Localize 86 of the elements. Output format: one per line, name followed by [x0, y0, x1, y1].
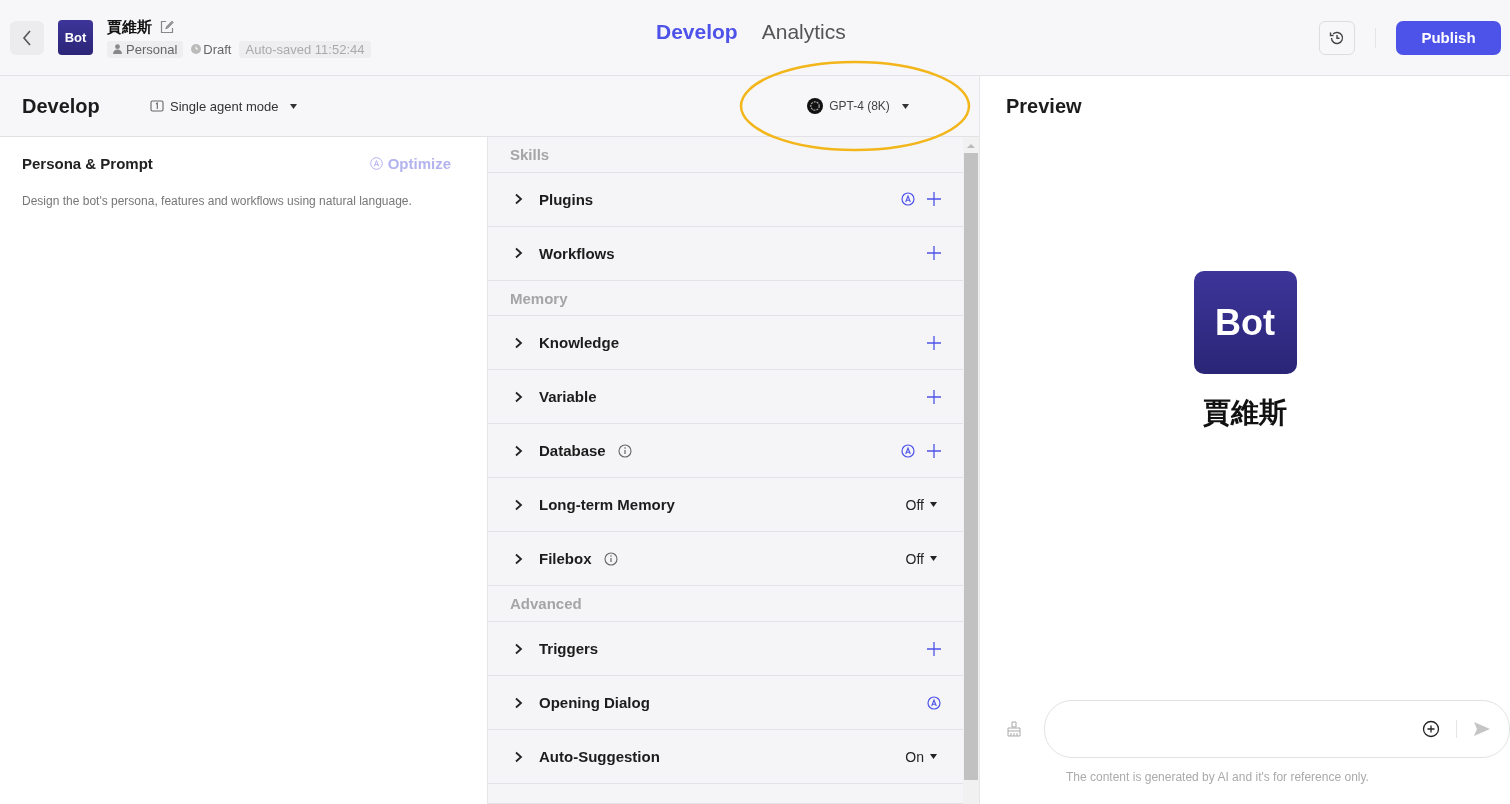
auto-icon[interactable]	[901, 192, 915, 207]
skill-row[interactable]: Plugins	[488, 172, 963, 227]
chevron-icon	[514, 444, 523, 457]
status-label: Draft	[191, 41, 232, 57]
nav-tab[interactable]: Develop	[650, 18, 744, 46]
add-icon[interactable]	[927, 389, 941, 404]
bot-avatar: Bot	[1193, 271, 1297, 374]
caret-icon	[290, 103, 298, 109]
back-icon	[22, 29, 32, 46]
prompt-editor[interactable]: Persona & Prompt Optimize Design the bot's persona, features and workflows using natural language.	[0, 137, 488, 804]
row-label: Database	[539, 442, 606, 460]
chevron-icon	[514, 642, 523, 655]
section-header: Memory	[488, 280, 963, 317]
chevron-icon	[514, 696, 523, 709]
row-label: Long-term Memory	[539, 496, 675, 514]
info-icon	[617, 443, 632, 458]
scrollbar[interactable]	[963, 137, 979, 804]
add-icon[interactable]	[927, 246, 941, 261]
chevron-icon	[514, 498, 523, 511]
auto-icon[interactable]	[927, 695, 941, 710]
back-button[interactable]	[10, 20, 44, 55]
broom-icon[interactable]	[1006, 721, 1022, 737]
caret-icon	[930, 556, 937, 562]
skill-row[interactable]: Workflows	[488, 226, 963, 281]
auto-icon	[369, 157, 383, 170]
skill-row[interactable]: Filebox Off	[488, 532, 963, 587]
scroll-up-icon[interactable]	[967, 143, 975, 149]
skill-row[interactable]: Long-term Memory Off	[488, 478, 963, 533]
person-icon	[113, 44, 122, 54]
panel-title: Develop	[22, 94, 101, 118]
info-icon	[603, 551, 618, 566]
row-label: Variable	[539, 388, 597, 406]
row-label: Auto-Suggestion	[539, 748, 660, 765]
row-label: Opening Dialog	[539, 694, 650, 711]
autosave-label: Auto-saved 11:52:44	[239, 40, 371, 58]
model-dropdown[interactable]: GPT-4 (8K)	[801, 97, 915, 115]
preview-title: Preview	[1006, 94, 1083, 119]
add-icon[interactable]	[927, 443, 941, 458]
row-label: Workflows	[539, 244, 615, 262]
history-icon	[1329, 29, 1345, 46]
bot-name: 賈維斯	[1203, 396, 1287, 430]
skill-row[interactable]: Knowledge	[488, 316, 963, 371]
auto-icon[interactable]	[901, 443, 915, 458]
model-logo-icon	[807, 98, 824, 114]
add-icon[interactable]	[927, 192, 941, 207]
nav-tab[interactable]: Analytics	[755, 18, 852, 46]
row-label: Plugins	[539, 190, 594, 208]
clock-icon	[191, 44, 202, 54]
chevron-icon	[514, 750, 523, 763]
row-label: Filebox	[539, 550, 592, 568]
chevron-icon	[514, 390, 523, 403]
toggle-dropdown[interactable]: Off	[905, 550, 937, 567]
section-title: Persona & Prompt	[22, 155, 153, 172]
publish-button[interactable]: Publish	[1396, 20, 1501, 55]
caret-icon	[930, 754, 937, 759]
skill-row[interactable]: Database	[488, 424, 963, 479]
caret-icon	[930, 502, 937, 508]
chevron-icon	[514, 247, 523, 260]
bot-name: 賈維斯	[107, 17, 152, 37]
history-button[interactable]	[1319, 20, 1355, 55]
skill-row[interactable]: Auto-Suggestion On	[488, 730, 963, 784]
skill-row[interactable]: Triggers	[488, 622, 963, 676]
skill-row[interactable]: Opening Dialog	[488, 676, 963, 730]
bot-avatar: Bot	[58, 20, 93, 55]
caret-icon	[901, 103, 909, 109]
section-header: Advanced	[488, 586, 963, 622]
chevron-icon	[514, 193, 523, 206]
disclaimer-text: The content is generated by AI and it's for reference only.	[1066, 770, 1370, 784]
chevron-icon	[514, 336, 523, 349]
row-label: Knowledge	[539, 334, 619, 352]
section-header: Skills	[488, 137, 963, 173]
chevron-icon	[514, 552, 523, 565]
toggle-dropdown[interactable]: Off	[905, 496, 937, 513]
edit-icon[interactable]	[160, 20, 174, 34]
add-circle-icon[interactable]	[1422, 720, 1440, 738]
prompt-field[interactable]: Design the bot's persona, features and workflows using natural language.	[22, 194, 465, 786]
row-label: Triggers	[539, 640, 599, 657]
mode-icon	[150, 99, 164, 113]
mode-dropdown[interactable]: Single agent mode	[144, 97, 304, 115]
chat-input[interactable]	[1044, 700, 1510, 758]
toggle-dropdown[interactable]: On	[905, 748, 937, 765]
add-icon[interactable]	[927, 641, 941, 656]
space-tag: Personal	[107, 40, 184, 58]
skill-row[interactable]: Variable	[488, 370, 963, 425]
add-icon[interactable]	[927, 335, 941, 350]
send-icon[interactable]	[1473, 721, 1491, 737]
